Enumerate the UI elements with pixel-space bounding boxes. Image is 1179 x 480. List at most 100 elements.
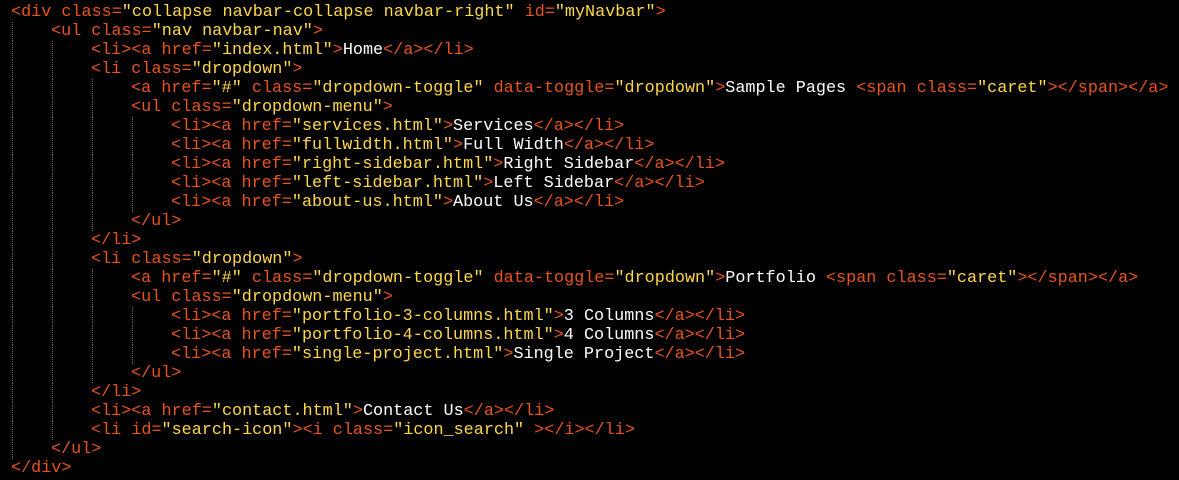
token-tag: </ul> [131,212,182,231]
code-line[interactable]: <li><a href="services.html">Services</a>… [0,117,1179,136]
code-line[interactable]: <li><a href="fullwidth.html">Full Width<… [0,136,1179,155]
code-line[interactable]: <a href="#" class="dropdown-toggle" data… [0,79,1179,98]
indent-guide [52,193,53,212]
token-eq: = [281,345,292,364]
indent-guide [12,288,13,307]
code-line[interactable]: </ul> [0,364,1179,383]
indent-guide [52,307,53,326]
code-line[interactable]: <li><a href="left-sidebar.html">Left Sid… [0,174,1179,193]
code-line[interactable]: <li class="dropdown"> [0,250,1179,269]
token-attr: data-toggle [483,269,605,288]
token-val: "dropdown-menu" [231,288,383,307]
token-tag: <li><a [171,136,242,155]
token-attr: href [241,326,282,345]
code-line[interactable]: <ul class="dropdown-menu"> [0,98,1179,117]
token-val: "dropdown-menu" [231,98,383,117]
token-val: "caret" [977,79,1048,98]
token-tag: <li [91,250,132,269]
token-tag: </a></li> [383,41,474,60]
token-val: "dropdown" [191,250,293,269]
token-tag: > [292,250,303,269]
code-line[interactable]: <li><a href="portfolio-3-columns.html">3… [0,307,1179,326]
code-line[interactable]: </li> [0,231,1179,250]
token-tag: <li><a [91,41,162,60]
token-eq: = [604,269,615,288]
token-tag: > [715,79,726,98]
token-val: "dropdown-toggle" [312,79,484,98]
token-txt: Home [342,41,384,60]
code-line[interactable]: <li class="dropdown"> [0,60,1179,79]
code-line[interactable]: </ul> [0,440,1179,459]
token-val: "collapse navbar-collapse navbar-right" [121,3,515,22]
token-tag: ></span></a> [1047,79,1169,98]
token-eq: = [201,41,212,60]
indent-guide [52,345,53,364]
token-tag: > [312,22,323,41]
token-attr: class [916,79,967,98]
token-tag: > [655,3,666,22]
token-txt: Right Sidebar [503,155,635,174]
indent-guide [92,326,93,345]
token-eq: = [201,79,212,98]
code-line[interactable]: <li><a href="single-project.html">Single… [0,345,1179,364]
indent-guide [12,60,13,79]
token-val: "icon_search" [393,421,525,440]
code-line-content: <li id="search-icon"><i class="icon_sear… [91,421,635,440]
code-line[interactable]: <div class="collapse navbar-collapse nav… [0,3,1179,22]
token-val: "caret" [946,269,1018,288]
token-tag: > [382,98,393,117]
code-line[interactable]: <li><a href="portfolio-4-columns.html">4… [0,326,1179,345]
indent-guide [92,79,93,98]
indent-guide [52,41,53,60]
indent-guide [52,60,53,79]
code-line-content: </ul> [51,440,101,459]
token-txt: Full Width [463,136,564,155]
code-line-content: <li><a href="right-sidebar.html">Right S… [171,155,725,174]
token-val: "myNavbar" [554,3,656,22]
token-tag: <li><a [171,193,242,212]
indent-guide [52,98,53,117]
code-line[interactable]: </ul> [0,212,1179,231]
token-attr: href [161,269,202,288]
token-eq: = [221,98,232,117]
token-val: "contact.html" [211,402,353,421]
code-line[interactable]: <li><a href="index.html">Home</a></li> [0,41,1179,60]
indent-guide [12,231,13,250]
token-eq: = [281,174,292,193]
code-line[interactable]: <li><a href="right-sidebar.html">Right S… [0,155,1179,174]
code-line[interactable]: <li><a href="contact.html">Contact Us</a… [0,402,1179,421]
token-eq: = [201,402,212,421]
token-eq: = [544,3,555,22]
code-line[interactable]: <li id="search-icon"><i class="icon_sear… [0,421,1179,440]
token-attr: href [241,307,282,326]
code-editor[interactable]: <div class="collapse navbar-collapse nav… [0,0,1179,480]
code-line-content: <li><a href="services.html">Services</a>… [171,117,624,136]
indent-guide [52,383,53,402]
indent-guide [132,193,133,212]
code-line-content: <ul class="dropdown-menu"> [131,288,393,307]
token-tag: </ul> [131,364,182,383]
code-line-content: </ul> [131,364,181,383]
token-tag: > [483,174,494,193]
token-val: "right-sidebar.html" [291,155,494,174]
indent-guide [52,231,53,250]
indent-guide [12,212,13,231]
code-line-content: <li><a href="portfolio-3-columns.html">3… [171,307,745,326]
code-line[interactable]: <ul class="dropdown-menu"> [0,288,1179,307]
token-tag: <li><a [171,345,242,364]
code-line[interactable]: </li> [0,383,1179,402]
code-line[interactable]: <a href="#" class="dropdown-toggle" data… [0,269,1179,288]
token-eq: = [936,269,947,288]
indent-guide [132,136,133,155]
code-line-content: <li class="dropdown"> [91,60,303,79]
code-line[interactable]: </div> [0,459,1179,478]
token-attr: href [161,402,202,421]
token-tag: </a></li> [563,136,655,155]
code-line[interactable]: <ul class="nav navbar-nav"> [0,22,1179,41]
indent-guide [52,421,53,440]
code-line[interactable]: <li><a href="about-us.html">About Us</a>… [0,193,1179,212]
token-tag: > [442,117,454,136]
token-tag: <li><a [91,402,162,421]
indent-guide [52,174,53,193]
indent-guide [12,269,13,288]
